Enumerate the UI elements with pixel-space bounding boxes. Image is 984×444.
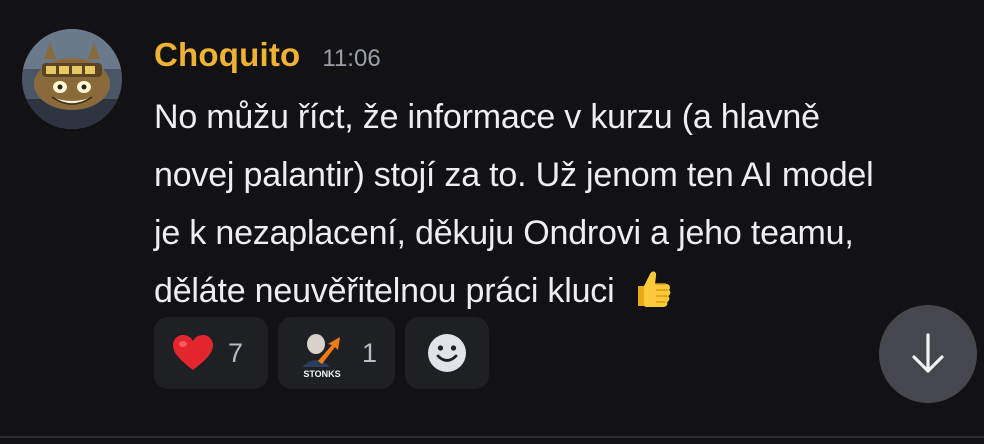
- reaction-count: 7: [228, 337, 244, 368]
- message-line: novej palantir) stojí za to. Už jenom te…: [154, 156, 874, 194]
- stonks-label: STONKS: [303, 369, 340, 379]
- message-line: děláte neuvěřitelnou práci kluci: [154, 272, 615, 310]
- arrow-down-icon: [912, 333, 944, 373]
- reaction-stonks[interactable]: STONKS 1: [278, 317, 395, 389]
- stonks-icon: STONKS: [302, 334, 341, 379]
- message-header: Choquito 11:06: [154, 36, 381, 84]
- message-line-last: děláte neuvěřitelnou práci kluci: [154, 262, 979, 320]
- reaction-count: 1: [362, 337, 378, 368]
- thumbs-up-icon: [638, 271, 671, 307]
- avatar-image: [22, 29, 122, 129]
- reaction-heart[interactable]: 7: [154, 317, 268, 389]
- message-timestamp: 11:06: [322, 45, 381, 72]
- user-avatar[interactable]: [22, 29, 122, 129]
- message-content: No můžu říct, že informace v kurzu (a hl…: [154, 88, 979, 320]
- author-name[interactable]: Choquito: [154, 36, 300, 74]
- message-line: No můžu říct, že informace v kurzu (a hl…: [154, 98, 820, 136]
- reactions-bar: 7 STONKS 1: [154, 317, 489, 389]
- add-reaction-button[interactable]: [405, 317, 489, 389]
- divider: [0, 436, 984, 438]
- smile-icon: [428, 334, 466, 372]
- message-line: je k nezaplacení, děkuju Ondrovi a jeho …: [154, 214, 854, 252]
- heart-icon: [173, 335, 213, 370]
- scroll-to-bottom-button[interactable]: [879, 305, 977, 403]
- chat-message: Choquito 11:06 No můžu říct, že informac…: [0, 0, 984, 444]
